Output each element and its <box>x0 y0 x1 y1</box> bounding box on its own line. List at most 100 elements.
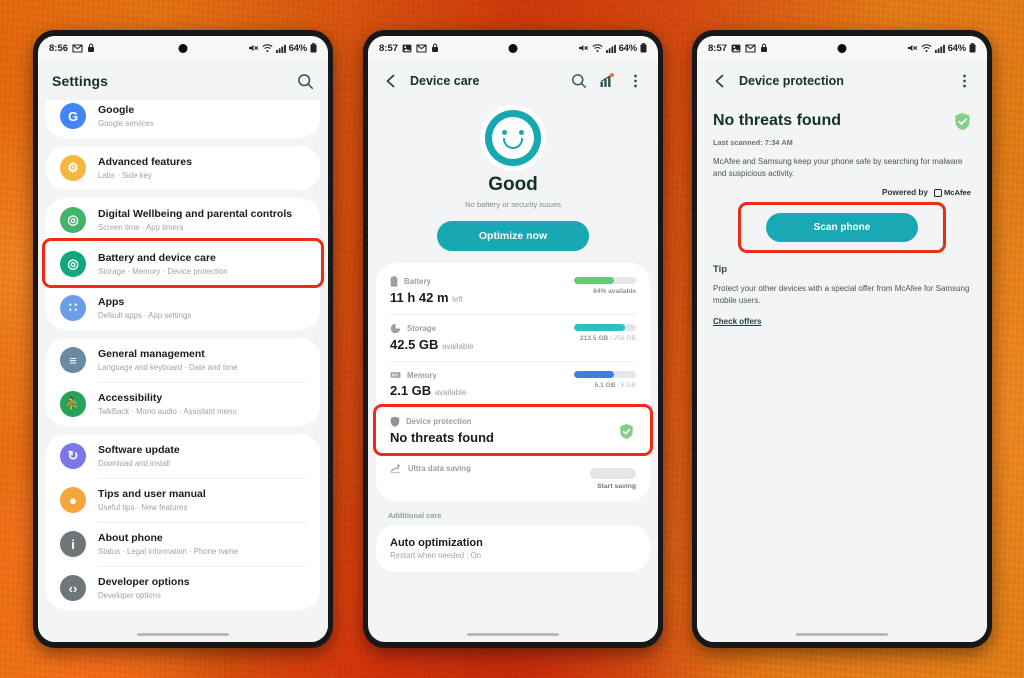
toggle-pill[interactable] <box>590 468 636 479</box>
settings-row-accessibility[interactable]: ⛹ Accessibility TalkBack · Mono audio · As… <box>46 382 320 426</box>
settings-group: ↻ Software update Download and install ● Tip… <box>46 434 320 610</box>
battery-percent-label: 64% <box>618 42 638 54</box>
metric-label: Memory <box>407 370 437 380</box>
signal-icon <box>605 44 616 53</box>
phone-3-device-protection: 8:57 64% Device protection No threats fo… <box>692 30 992 648</box>
settings-row-title: Apps <box>98 296 125 309</box>
settings-row-general-management[interactable]: ≡ General management Language and keyboard… <box>46 338 320 382</box>
mute-icon <box>907 43 918 53</box>
metric-gauge: 64% available <box>574 277 636 295</box>
back-arrow-icon[interactable] <box>382 72 400 90</box>
page-title: Settings <box>52 73 109 89</box>
settings-group: ◎ Digital Wellbeing and parental controls… <box>46 198 320 330</box>
gesture-nav-bar[interactable] <box>467 632 559 636</box>
lock-icon <box>760 43 768 53</box>
search-icon[interactable] <box>296 72 314 90</box>
metric-caption: 5.1 GB / 8 GB <box>594 382 636 389</box>
software-update-icon: ↻ <box>60 443 86 469</box>
more-vertical-icon[interactable] <box>955 72 973 90</box>
check-offers-link[interactable]: Check offers <box>713 317 761 326</box>
settings-row-software-update[interactable]: ↻ Software update Download and install <box>46 434 320 478</box>
settings-row-developer-options[interactable]: ‹› Developer options Developer options <box>46 566 320 610</box>
memory-icon <box>390 370 401 380</box>
code-brackets-icon: ‹› <box>60 575 86 601</box>
shield-check-icon <box>954 112 971 131</box>
shield-icon <box>390 416 400 427</box>
status-time: 8:57 <box>708 42 728 54</box>
data-saving-icon <box>390 463 402 474</box>
metric-label: Ultra data saving <box>408 464 471 473</box>
smiley-eye-left <box>502 130 507 135</box>
metric-label: Device protection <box>406 417 472 426</box>
scan-phone-button[interactable]: Scan phone <box>766 213 918 243</box>
metric-bar-fill <box>574 277 614 284</box>
battery-percent-label: 64% <box>288 42 308 54</box>
ultra-data-saving-control[interactable]: Start saving <box>584 468 636 490</box>
accessibility-icon: ⛹ <box>60 391 86 417</box>
settings-row-title: Tips and user manual <box>98 488 206 501</box>
settings-row-digital-wellbeing-and-parental-controls[interactable]: ◎ Digital Wellbeing and parental controls… <box>46 198 320 242</box>
settings-row-advanced-features[interactable]: ⚙ Advanced features Labs · Side key <box>46 146 320 190</box>
device-metrics-card: Battery 11 h 42 m left 64% available Storag… <box>376 263 650 501</box>
back-arrow-icon[interactable] <box>711 72 729 90</box>
page-title: Device protection <box>739 74 844 88</box>
settings-row-subtitle: Useful tips · New features <box>98 502 188 512</box>
settings-row-title: Google <box>98 104 135 117</box>
tip-heading: Tip <box>713 264 728 276</box>
device-protection-body: No threats found Last scanned: 7:34 AM M… <box>697 100 987 642</box>
settings-row-about-phone[interactable]: i About phone Status · Legal information ·… <box>46 522 320 566</box>
more-vertical-icon[interactable] <box>626 72 644 90</box>
settings-row-subtitle: TalkBack · Mono audio · Assistant menu <box>98 406 237 416</box>
optimize-now-button[interactable]: Optimize now <box>437 221 589 251</box>
mute-icon <box>248 43 259 53</box>
bar-chart-icon[interactable] <box>598 72 616 90</box>
settings-row-tips-and-user-manual[interactable]: ● Tips and user manual Useful tips · New f… <box>46 478 320 522</box>
settings-app-bar: Settings <box>38 60 328 100</box>
smiley-eye-right <box>519 130 524 135</box>
gesture-nav-bar[interactable] <box>137 632 229 636</box>
settings-group: ⚙ Advanced features Labs · Side key <box>46 146 320 190</box>
metric-gauge: 5.1 GB / 8 GB <box>574 371 636 389</box>
wifi-icon <box>262 43 273 53</box>
metric-row-memory[interactable]: Memory 2.1 GB available 5.1 GB / 8 GB <box>376 361 650 407</box>
settings-row-subtitle: Download and install <box>98 458 170 468</box>
device-care-hero: Good No battery or security issues Optim… <box>368 100 658 251</box>
settings-row-subtitle: Status · Legal information · Phone name <box>98 546 238 556</box>
powered-by-row: Powered by McAfee <box>713 188 971 197</box>
metric-bar-track <box>574 277 636 284</box>
page-title: Device care <box>410 74 480 88</box>
sliders-icon: ≡ <box>60 347 86 373</box>
settings-row-subtitle: Language and keyboard · Date and time <box>98 362 238 372</box>
camera-punch-hole <box>178 44 188 53</box>
powered-by-label: Powered by <box>882 188 928 198</box>
metric-row-storage[interactable]: Storage 42.5 GB available 213.5 GB / 256 G… <box>376 314 650 361</box>
signal-icon <box>934 44 945 53</box>
gesture-nav-bar[interactable] <box>796 632 888 636</box>
metric-row-ultra-data-saving[interactable]: Ultra data saving Start saving <box>376 454 650 497</box>
start-saving-label: Start saving <box>597 483 636 490</box>
last-scanned-label: Last scanned: 7:34 AM <box>713 138 793 147</box>
phone-3-screen: 8:57 64% Device protection No threats fo… <box>697 36 987 642</box>
auto-optimization-card[interactable]: Auto optimization Restart when needed : … <box>376 525 650 572</box>
status-bar: 8:57 64% <box>697 36 987 60</box>
phone-2-device-care: 8:57 64% Device care Good No battery or … <box>363 30 663 648</box>
lock-icon <box>431 43 439 53</box>
battery-icon <box>390 276 398 287</box>
metric-bar-fill <box>574 324 626 331</box>
threat-status-title: No threats found <box>713 112 841 129</box>
auto-optimization-subtitle: Restart when needed : On <box>390 551 482 560</box>
smiley-mouth <box>503 138 523 149</box>
device-care-icon: ◎ <box>60 251 86 277</box>
phone-2-screen: 8:57 64% Device care Good No battery or … <box>368 36 658 642</box>
metric-row-battery[interactable]: Battery 11 h 42 m left 64% available <box>376 267 650 314</box>
search-icon[interactable] <box>570 72 588 90</box>
settings-list[interactable]: G Google Google services ⚙ Advanced features… <box>38 100 328 642</box>
settings-row-apps[interactable]: ∷ Apps Default apps · App settings <box>46 286 320 330</box>
settings-row-battery-and-device-care[interactable]: ◎ Battery and device care Storage · Memory… <box>46 242 320 286</box>
metric-row-device-protection[interactable]: Device protection No threats found <box>376 407 650 454</box>
metric-label: Storage <box>407 324 437 333</box>
settings-row-google[interactable]: G Google Google services <box>46 100 320 138</box>
screenshot-icon <box>731 44 741 53</box>
device-protection-app-bar: Device protection <box>697 60 987 100</box>
device-care-app-bar: Device care <box>368 60 658 100</box>
